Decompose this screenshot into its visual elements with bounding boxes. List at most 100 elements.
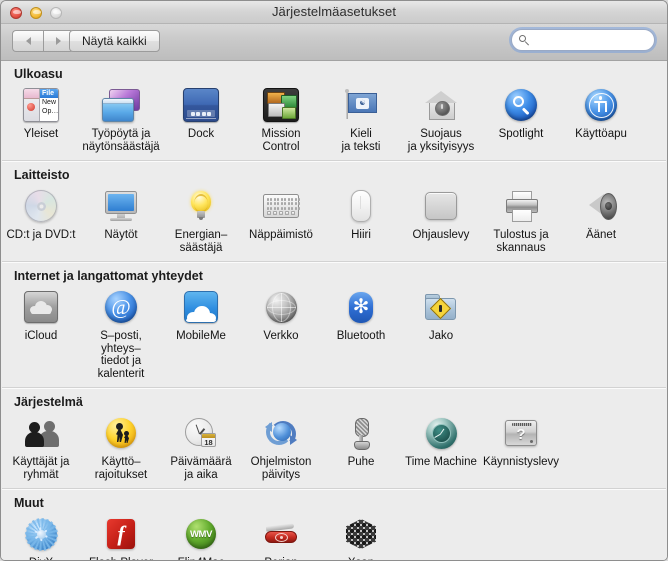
back-button[interactable] — [12, 30, 43, 52]
mobileme-icon — [180, 286, 222, 328]
general-icon-new-text: New — [42, 99, 57, 106]
mission-control-icon — [260, 84, 302, 126]
pane-parental-controls[interactable]: Käyttö– rajoitukset — [81, 412, 161, 481]
pane-security-privacy[interactable]: Suojaus ja yksityisyys — [401, 84, 481, 153]
pane-trackpad[interactable]: Ohjauslevy — [401, 185, 481, 254]
pane-mouse[interactable]: Hiiri — [321, 185, 401, 254]
trackpad-icon — [420, 185, 462, 227]
pane-label: Mission Control — [261, 128, 301, 153]
pane-grid: CD:t ja DVD:t Näytöt Energian– säästäjä — [1, 185, 667, 261]
speech-icon — [340, 412, 382, 454]
pane-placeholder — [481, 286, 561, 380]
show-all-button[interactable]: Näytä kaikki — [69, 30, 160, 52]
pane-software-update[interactable]: Ohjelmiston päivitys — [241, 412, 321, 481]
spotlight-icon — [500, 84, 542, 126]
pane-keyboard[interactable]: Näppäimistö — [241, 185, 321, 254]
parental-controls-icon — [100, 412, 142, 454]
perian-icon — [260, 513, 302, 555]
section-title: Internet ja langattomat yhteydet — [14, 269, 203, 283]
pane-placeholder — [401, 513, 481, 560]
pane-mobileme[interactable]: MobileMe — [161, 286, 241, 380]
pane-label: S–posti, yhteys– tiedot ja kalenterit — [97, 330, 145, 380]
window-title: Järjestelmäasetukset — [271, 4, 397, 19]
search-icon — [519, 34, 530, 46]
section-other: Muut DivX f Flash — [1, 488, 667, 560]
pane-bluetooth[interactable]: ✻ Bluetooth — [321, 286, 401, 380]
time-machine-icon — [420, 412, 462, 454]
pane-users-groups[interactable]: Käyttäjät ja ryhmät — [1, 412, 81, 481]
pane-label: Ohjelmiston päivitys — [250, 456, 312, 481]
pane-speech[interactable]: Puhe — [321, 412, 401, 481]
pane-network[interactable]: Verkko — [241, 286, 321, 380]
keyboard-icon — [260, 185, 302, 227]
pane-label: Spotlight — [498, 128, 544, 140]
pane-spotlight[interactable]: Spotlight — [481, 84, 561, 153]
pane-displays[interactable]: Näytöt — [81, 185, 161, 254]
pane-divx[interactable]: DivX — [1, 513, 81, 560]
startup-disk-question-glyph: ? — [516, 426, 526, 443]
pane-mail-contacts-calendars[interactable]: @ S–posti, yhteys– tiedot ja kalenterit — [81, 286, 161, 380]
software-update-icon — [260, 412, 302, 454]
pane-label: Äänet — [585, 229, 617, 241]
pane-label: Energian– säästäjä — [174, 229, 228, 254]
pane-label: Päivämäärä ja aika — [170, 456, 232, 481]
pane-language-text[interactable]: ☯ Kieli ja teksti — [321, 84, 401, 153]
pane-flip4mac-wmv[interactable]: WMV Flip4Mac WMV — [161, 513, 241, 560]
section-system: Järjestelmä Käyttäjät ja ryhmät Käyttö– … — [1, 387, 667, 488]
users-groups-icon — [20, 412, 62, 454]
pane-label: Käynnistyslevy — [482, 456, 560, 468]
wmv-glyph: WMV — [189, 528, 213, 540]
pane-label: Ohjauslevy — [412, 229, 470, 241]
pane-general[interactable]: File New Op… Yleiset — [1, 84, 81, 153]
pane-time-machine[interactable]: Time Machine — [401, 412, 481, 481]
startup-disk-icon: ? — [500, 412, 542, 454]
pane-label: Tulostus ja skannaus — [493, 229, 549, 254]
search-field[interactable] — [511, 29, 655, 51]
toolbar: Näytä kaikki — [1, 24, 667, 61]
pane-flash-player[interactable]: f Flash Player — [81, 513, 161, 560]
pane-placeholder — [561, 513, 641, 560]
pane-label: Flash Player — [89, 557, 153, 560]
at-sign-glyph: @ — [111, 294, 131, 319]
pane-grid: DivX f Flash Player WMV Flip4Mac WMV — [1, 513, 667, 560]
pane-label: Yleiset — [23, 128, 59, 140]
pane-label: Perian — [264, 557, 297, 560]
pane-label: Flip4Mac WMV — [178, 557, 225, 560]
pane-icloud[interactable]: iCloud — [1, 286, 81, 380]
section-title: Ulkoasu — [14, 67, 63, 81]
pane-universal-access[interactable]: Käyttöapu — [561, 84, 641, 153]
pane-label: Verkko — [263, 330, 299, 342]
flash-f-glyph: f — [117, 520, 125, 546]
pane-xsan[interactable]: Xsan — [321, 513, 401, 560]
search-input[interactable] — [534, 32, 650, 48]
pane-sharing[interactable]: Jako — [401, 286, 481, 380]
universal-access-icon — [580, 84, 622, 126]
general-icon: File New Op… — [20, 84, 62, 126]
pane-label: MobileMe — [176, 330, 226, 342]
chevron-right-icon — [56, 37, 61, 45]
pane-label: Kieli ja teksti — [341, 128, 381, 153]
navigation-buttons — [12, 30, 74, 52]
pane-energy-saver[interactable]: Energian– säästäjä — [161, 185, 241, 254]
security-privacy-icon — [420, 84, 462, 126]
pane-dock[interactable]: Dock — [161, 84, 241, 153]
pane-desktop-screensaver[interactable]: Työpöytä ja näytönsäästäjä — [81, 84, 161, 153]
section-title: Järjestelmä — [14, 395, 83, 409]
mail-contacts-calendars-icon: @ — [100, 286, 142, 328]
displays-icon — [100, 185, 142, 227]
pane-label: Suojaus ja yksityisyys — [407, 128, 475, 153]
flip4mac-wmv-icon: WMV — [180, 513, 222, 555]
pane-print-scan[interactable]: Tulostus ja skannaus — [481, 185, 561, 254]
pane-label: Xsan — [348, 557, 374, 560]
pane-mission-control[interactable]: Mission Control — [241, 84, 321, 153]
pane-startup-disk[interactable]: ? Käynnistyslevy — [481, 412, 561, 481]
pane-sound[interactable]: Äänet — [561, 185, 641, 254]
pane-perian[interactable]: Perian — [241, 513, 321, 560]
sound-icon — [580, 185, 622, 227]
xsan-icon — [340, 513, 382, 555]
pane-label: Time Machine — [405, 456, 477, 468]
pane-cd-dvd[interactable]: CD:t ja DVD:t — [1, 185, 81, 254]
pane-date-time[interactable]: 18 Päivämäärä ja aika — [161, 412, 241, 481]
pane-label: Jako — [428, 330, 454, 342]
date-time-icon: 18 — [180, 412, 222, 454]
